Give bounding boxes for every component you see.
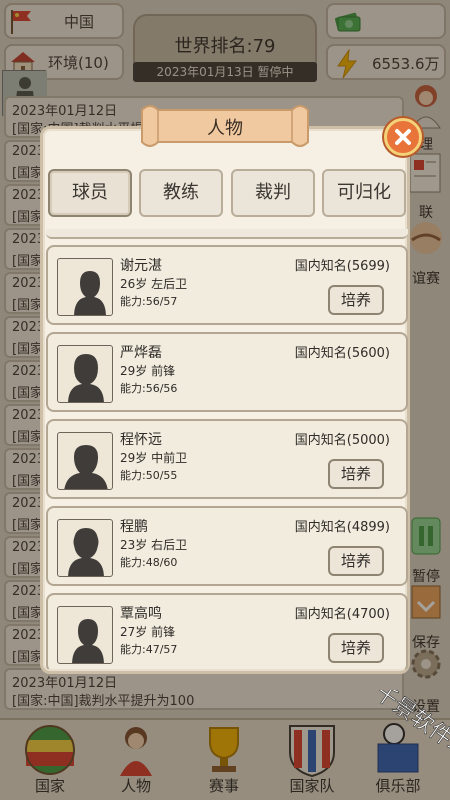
player-info: 29岁 中前卫 [120,451,188,465]
tab-bar: 球员 教练 裁判 可归化 [48,169,406,221]
player-list[interactable]: 谢元湛 26岁 左后卫 能力:56/57 国内知名(5699) 培养 严烨磊 29岁 前锋能… [46,229,408,669]
player-portrait [57,258,113,316]
player-silhouette-icon [72,619,104,663]
player-portrait [57,345,113,403]
player-ability: 能力:50/55 [120,469,178,482]
train-button[interactable]: 培养 [328,459,384,489]
player-name: 程鹏 [120,519,148,535]
player-card[interactable]: 谢元湛 26岁 左后卫 能力:56/57 国内知名(5699) 培养 [46,245,408,325]
player-fame: 国内知名(5600) [294,346,390,361]
player-silhouette-icon [68,528,104,576]
player-silhouette-icon [68,354,104,402]
player-ability: 能力:56/56 [120,382,178,395]
player-ability: 能力:48/60 [120,556,178,569]
player-portrait [57,519,113,577]
close-icon [395,129,411,145]
list-scroll-edge [46,229,408,239]
player-info: 23岁 右后卫 [120,538,188,552]
tab-coaches[interactable]: 教练 [139,169,223,217]
player-ability: 能力:56/57 [120,295,178,308]
train-button[interactable]: 培养 [328,546,384,576]
player-portrait [57,432,113,490]
tab-naturalizable[interactable]: 可归化 [322,169,406,217]
player-fame: 国内知名(4700) [294,607,390,622]
train-button[interactable]: 培养 [328,285,384,315]
modal-title-ribbon: 人物 [138,100,312,156]
player-silhouette-icon [74,271,106,315]
modal-title: 人物 [207,118,243,139]
player-silhouette-icon [64,445,108,489]
player-portrait [57,606,113,664]
player-card[interactable]: 程怀远 29岁 中前卫 能力:50/55 国内知名(5000) 培养 [46,419,408,499]
player-info: 26岁 左后卫 [120,277,188,291]
people-modal: 球员 教练 裁判 可归化 谢元湛 26岁 左后卫 能力:56/57 国内知名(5699… [40,126,410,674]
player-card[interactable]: 程鹏 23岁 右后卫 能力:48/60 国内知名(4899) 培养 [46,506,408,586]
tab-referees[interactable]: 裁判 [231,169,315,217]
player-card[interactable]: 覃高鸣 27岁 前锋 能力:47/57 国内知名(4700) 培养 [46,593,408,669]
player-name: 严烨磊 [120,345,162,361]
player-ability: 能力:47/57 [120,643,178,656]
close-button[interactable] [384,118,422,156]
player-fame: 国内知名(4899) [294,520,390,535]
player-name: 程怀远 [120,432,162,448]
player-name: 覃高鸣 [120,606,162,622]
tab-players[interactable]: 球员 [48,169,132,217]
player-name: 谢元湛 [120,258,162,274]
player-info: 29岁 前锋 [120,364,176,378]
player-fame: 国内知名(5699) [294,259,390,274]
player-fame: 国内知名(5000) [294,433,390,448]
player-card[interactable]: 严烨磊 29岁 前锋 能力:56/56 国内知名(5600) [46,332,408,412]
player-info: 27岁 前锋 [120,625,176,639]
train-button[interactable]: 培养 [328,633,384,663]
